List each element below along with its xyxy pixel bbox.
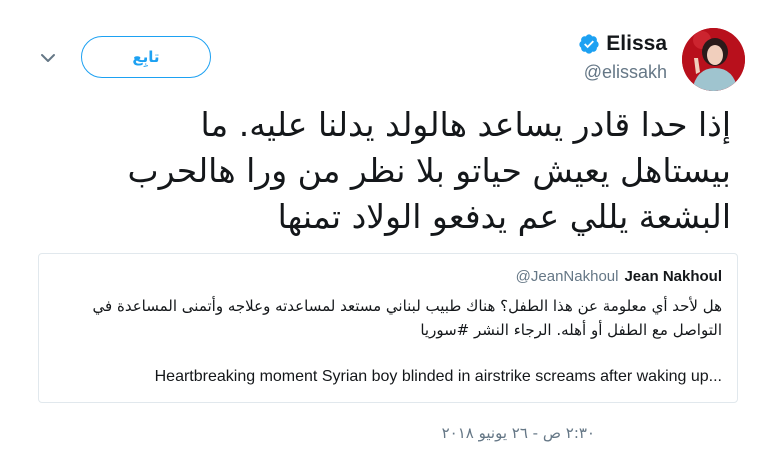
quoted-tweet[interactable]: @JeanNakhoul Jean Nakhoul هل لأحد أي معلو…: [38, 253, 738, 403]
quoted-tweet-name: Jean Nakhoul: [624, 268, 722, 285]
chevron-down-icon[interactable]: [38, 48, 58, 68]
avatar-image: [682, 28, 745, 91]
author-display-name[interactable]: Elissa: [606, 32, 667, 56]
verified-badge-icon: [578, 33, 600, 55]
quoted-tweet-text: هل لأحد أي معلومة عن هذا الطفل؟ هناك طبي…: [92, 297, 722, 339]
tweet-timestamp[interactable]: ٢:٣٠ ص - ٢٦ يونيو ٢٠١٨: [442, 424, 595, 442]
author-name-row: Elissa: [578, 32, 667, 56]
tweet-text: إذا حدا قادر يساعد هالولد يدلنا عليه. ما…: [127, 105, 731, 236]
quoted-tweet-handle: @JeanNakhoul: [515, 268, 619, 285]
author-block: Elissa @elissakh: [578, 32, 667, 83]
quoted-tweet-author: @JeanNakhoul Jean Nakhoul: [516, 268, 722, 285]
follow-button[interactable]: تابِع: [81, 36, 211, 78]
avatar[interactable]: [682, 28, 745, 91]
tweet-card: Elissa @elissakh تابِع إذا حدا قادر يساع…: [0, 0, 769, 457]
author-handle[interactable]: @elissakh: [578, 62, 667, 83]
quoted-tweet-link-text[interactable]: Heartbreaking moment Syrian boy blinded …: [155, 368, 722, 386]
